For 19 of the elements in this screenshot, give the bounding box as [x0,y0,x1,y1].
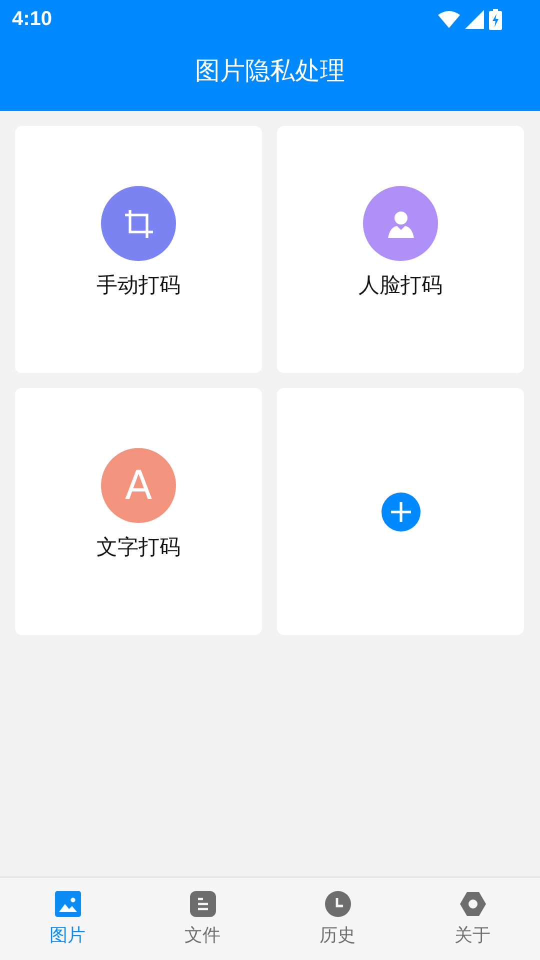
image-icon [54,891,80,917]
nav-tab[interactable]: 文件 [135,878,270,960]
clock-icon [324,891,350,917]
nav-tab[interactable]: 图片 [0,878,135,960]
tool-card[interactable]: A 文字打码 [15,388,262,635]
add-card[interactable] [277,388,524,635]
signal-icon [465,10,484,28]
document-icon [190,891,216,917]
hexagon-icon [460,891,486,917]
app-title: 图片隐私处理 [194,55,346,87]
wifi-icon [438,10,460,28]
tool-card[interactable]: 手动打码 [15,126,262,373]
nav-tab[interactable]: 关于 [405,878,540,960]
battery-icon [489,8,502,30]
status-time: 4:10 [12,8,52,30]
add-icon [380,492,420,532]
tool-card[interactable]: 人脸打码 [277,126,524,373]
letter-icon: A [101,448,176,523]
nav-tab[interactable]: 历史 [270,878,405,960]
